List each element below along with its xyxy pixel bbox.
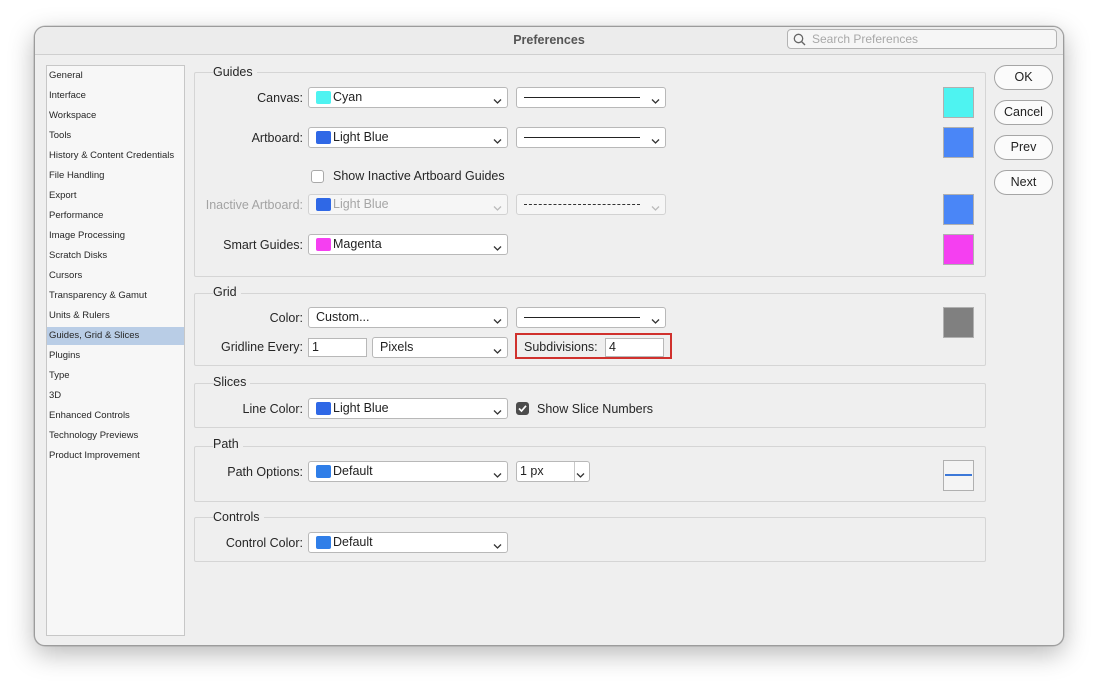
inactive-artboard-line-style-dropdown[interactable] <box>516 194 666 215</box>
path-title: Path <box>213 437 243 451</box>
cancel-button[interactable]: Cancel <box>994 100 1053 125</box>
sidebar-item-general[interactable]: General <box>47 67 184 85</box>
light-blue-swatch-icon <box>316 131 331 144</box>
subdivisions-label: Subdivisions: <box>524 340 598 354</box>
chevron-down-icon <box>651 94 660 108</box>
gridline-every-label: Gridline Every: <box>221 340 303 354</box>
preferences-window: Preferences General Interface Workspace … <box>34 26 1064 646</box>
path-preview-swatch <box>943 460 974 491</box>
chevron-down-icon <box>493 314 502 328</box>
sidebar-item-cursors[interactable]: Cursors <box>47 267 184 285</box>
chevron-down-icon <box>651 314 660 328</box>
artboard-label: Artboard: <box>251 131 303 145</box>
artboard-color-swatch[interactable] <box>943 127 974 158</box>
next-button[interactable]: Next <box>994 170 1053 195</box>
dropdown-divider <box>574 462 575 481</box>
gridline-every-input[interactable]: 1 <box>308 338 367 357</box>
sidebar-item-type[interactable]: Type <box>47 367 184 385</box>
artboard-color-dropdown[interactable]: Light Blue <box>308 127 508 148</box>
magenta-swatch-icon <box>316 238 331 251</box>
inactive-artboard-color-swatch[interactable] <box>943 194 974 225</box>
search-field[interactable] <box>787 29 1057 49</box>
smart-guides-label: Smart Guides: <box>223 238 303 252</box>
sidebar-item-workspace[interactable]: Workspace <box>47 107 184 125</box>
chevron-down-icon <box>493 405 502 419</box>
grid-color-label: Color: <box>269 311 303 325</box>
canvas-color-swatch[interactable] <box>943 87 974 118</box>
sidebar-item-file-handling[interactable]: File Handling <box>47 167 184 185</box>
chevron-down-icon <box>493 241 502 255</box>
sidebar-item-history-content-credentials[interactable]: History & Content Credentials <box>47 147 184 165</box>
solid-line-icon <box>524 97 640 98</box>
canvas-label: Canvas: <box>257 91 303 105</box>
ok-button[interactable]: OK <box>994 65 1053 90</box>
control-color-label: Control Color: <box>225 536 303 550</box>
light-blue-swatch-icon <box>316 198 331 211</box>
guides-title: Guides <box>213 65 257 79</box>
show-inactive-artboard-guides-label: Show Inactive Artboard Guides <box>333 169 505 183</box>
controls-title: Controls <box>213 510 264 524</box>
sidebar-item-transparency-gamut[interactable]: Transparency & Gamut <box>47 287 184 305</box>
chevron-down-icon <box>651 134 660 148</box>
path-options-label: Path Options: <box>227 465 303 479</box>
path-line-preview-icon <box>945 474 972 476</box>
show-inactive-artboard-guides-checkbox[interactable] <box>311 170 324 183</box>
inactive-artboard-label: Inactive Artboard: <box>205 198 303 212</box>
default-blue-swatch-icon <box>316 536 331 549</box>
chevron-down-icon <box>576 468 585 482</box>
grid-color-dropdown[interactable]: Custom... <box>308 307 508 328</box>
chevron-down-icon <box>493 468 502 482</box>
chevron-down-icon <box>493 134 502 148</box>
show-slice-numbers-checkbox[interactable] <box>516 402 529 415</box>
dashed-line-icon <box>524 204 640 205</box>
sidebar-item-technology-previews[interactable]: Technology Previews <box>47 427 184 445</box>
title-bar: Preferences <box>35 27 1063 55</box>
smart-guides-color-dropdown[interactable]: Magenta <box>308 234 508 255</box>
slices-title: Slices <box>213 375 251 389</box>
grid-title: Grid <box>213 285 241 299</box>
show-slice-numbers-label: Show Slice Numbers <box>537 402 654 416</box>
canvas-color-dropdown[interactable]: Cyan <box>308 87 508 108</box>
smart-guides-color-swatch[interactable] <box>943 234 974 265</box>
gridline-unit-dropdown[interactable]: Pixels <box>372 337 508 358</box>
chevron-down-icon <box>493 201 502 215</box>
canvas-line-style-dropdown[interactable] <box>516 87 666 108</box>
chevron-down-icon <box>651 201 660 215</box>
cyan-swatch-icon <box>316 91 331 104</box>
control-color-dropdown[interactable]: Default <box>308 532 508 553</box>
light-blue-swatch-icon <box>316 402 331 415</box>
inactive-artboard-color-dropdown[interactable]: Light Blue <box>308 194 508 215</box>
solid-line-icon <box>524 137 640 138</box>
slice-line-color-dropdown[interactable]: Light Blue <box>308 398 508 419</box>
search-icon <box>793 33 806 49</box>
sidebar-item-product-improvement[interactable]: Product Improvement <box>47 447 184 465</box>
default-blue-swatch-icon <box>316 465 331 478</box>
path-options-dropdown[interactable]: Default <box>308 461 508 482</box>
chevron-down-icon <box>493 94 502 108</box>
checkmark-icon <box>518 405 527 413</box>
chevron-down-icon <box>493 344 502 358</box>
artboard-line-style-dropdown[interactable] <box>516 127 666 148</box>
solid-line-icon <box>524 317 640 318</box>
path-width-dropdown[interactable]: 1 px <box>516 461 590 482</box>
prev-button[interactable]: Prev <box>994 135 1053 160</box>
grid-line-style-dropdown[interactable] <box>516 307 666 328</box>
chevron-down-icon <box>493 539 502 553</box>
search-input[interactable] <box>812 31 1048 47</box>
line-color-label: Line Color: <box>242 402 303 416</box>
subdivisions-input[interactable]: 4 <box>605 338 664 357</box>
grid-color-swatch[interactable] <box>943 307 974 338</box>
